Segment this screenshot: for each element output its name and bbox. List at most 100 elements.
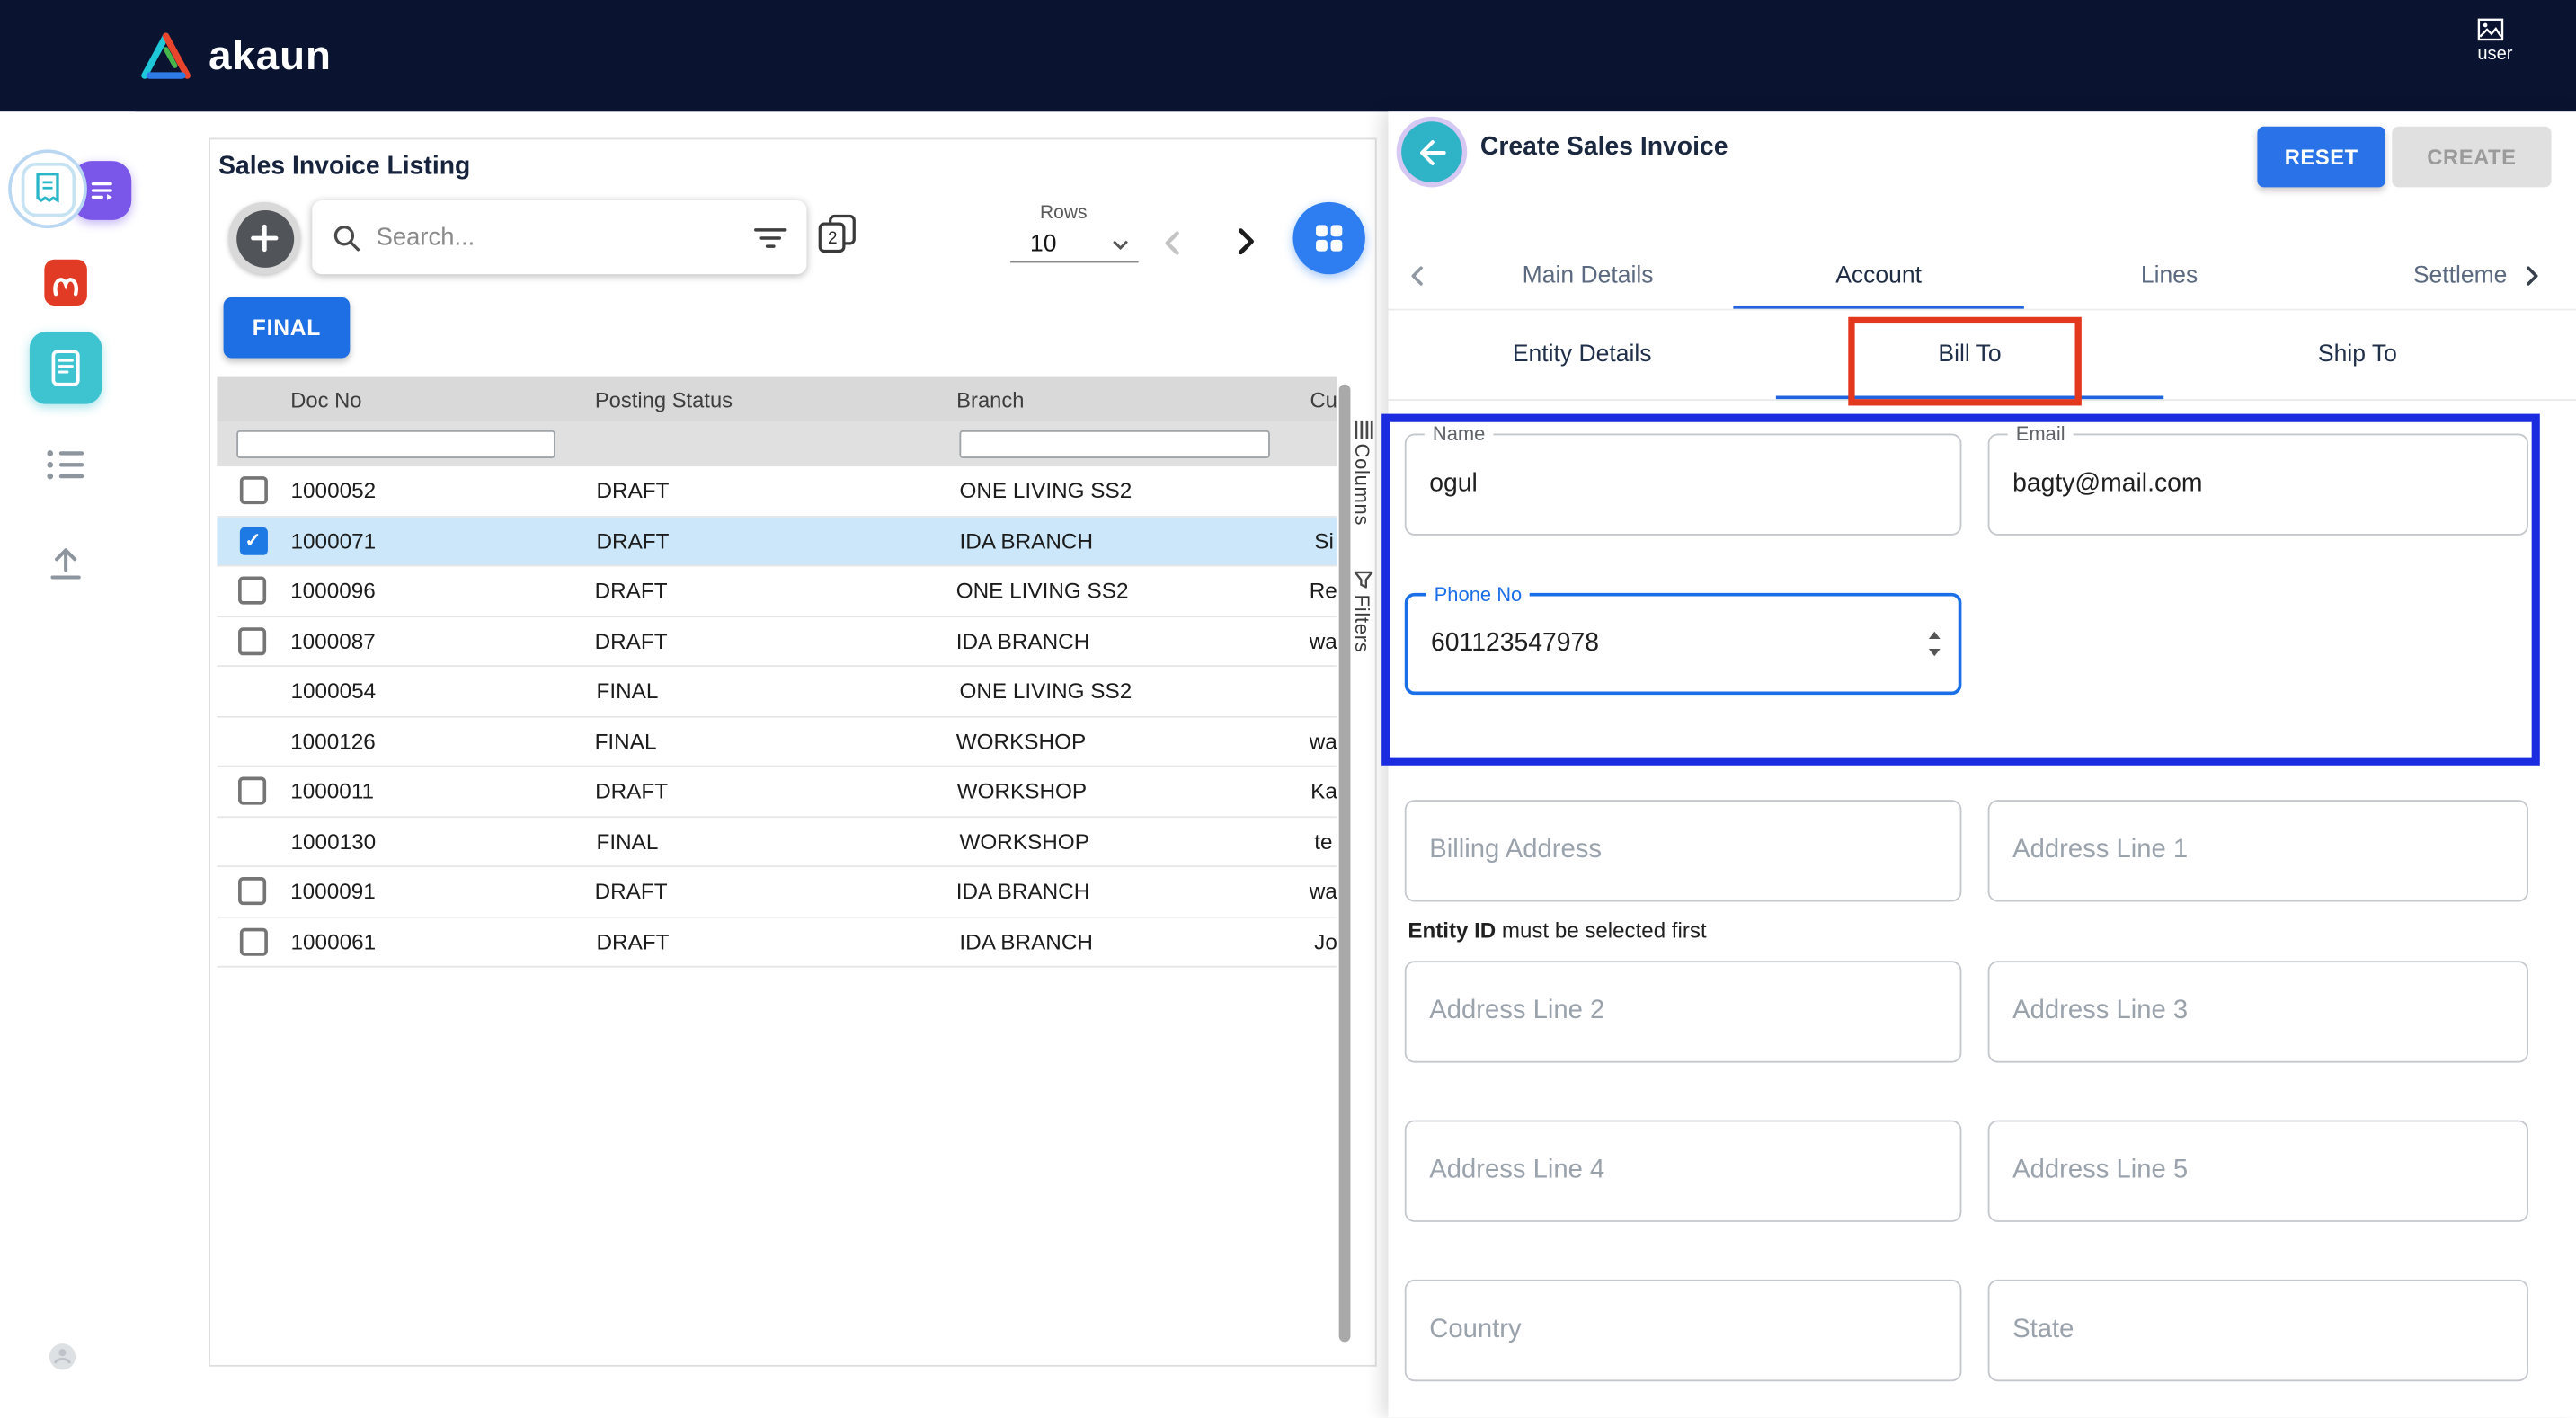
sales-invoice-listing-panel: Sales Invoice Listing 2: [209, 138, 1377, 1367]
cell-customer: wa: [1310, 879, 1337, 903]
sidebar-item-billing[interactable]: [30, 332, 102, 403]
row-checkbox[interactable]: [239, 577, 267, 605]
address-line-4-input[interactable]: [1407, 1121, 1960, 1220]
cell-posting-status: FINAL: [595, 729, 956, 753]
active-subtab-underline: [1776, 396, 2163, 400]
row-checkbox[interactable]: [239, 878, 267, 906]
document-icon: [48, 348, 84, 387]
billing-address-input[interactable]: [1407, 802, 1960, 900]
table-row[interactable]: 1000087 DRAFT IDA BRANCH wa: [217, 616, 1337, 667]
add-invoice-button[interactable]: [228, 202, 300, 274]
rows-per-page-select[interactable]: Rows 10: [1010, 204, 1139, 273]
header-posting-status[interactable]: Posting Status: [595, 386, 956, 411]
table-row[interactable]: 1000130 FINAL WORKSHOP te: [217, 817, 1337, 867]
table-row[interactable]: 1000052 DRAFT ONE LIVING SS2: [217, 466, 1337, 517]
tab-account[interactable]: Account: [1733, 244, 2024, 309]
tabs-scroll-right[interactable]: [2512, 262, 2545, 297]
state-input[interactable]: [1989, 1281, 2527, 1380]
subtab-ship-to[interactable]: Ship To: [2163, 310, 2551, 399]
table-row[interactable]: 1000054 FINAL ONE LIVING SS2: [217, 667, 1337, 717]
address-line-5-input[interactable]: [1989, 1121, 2527, 1220]
sidebar-item-upload[interactable]: [46, 545, 85, 589]
phone-no-input[interactable]: [1408, 596, 1958, 691]
email-input[interactable]: [1989, 435, 2527, 534]
back-button[interactable]: [1401, 121, 1462, 182]
cell-branch: ONE LIVING SS2: [959, 678, 1314, 703]
cell-branch: ONE LIVING SS2: [959, 478, 1314, 502]
address-line-2-input[interactable]: [1407, 962, 1960, 1061]
filter-list-icon[interactable]: [754, 226, 787, 249]
tab-lines[interactable]: Lines: [2024, 244, 2315, 309]
subtab-entity-details[interactable]: Entity Details: [1388, 310, 1775, 399]
pdf-icon: [41, 256, 91, 308]
name-input[interactable]: [1407, 435, 1960, 534]
address-line-1-field: [1988, 800, 2528, 901]
email-label: Email: [2008, 422, 2074, 446]
tabs-scroll-left[interactable]: [1405, 262, 1431, 297]
table-row[interactable]: 1000071 DRAFT IDA BRANCH Si: [217, 517, 1337, 567]
multi-page-icon[interactable]: 2: [815, 212, 859, 261]
funnel-icon[interactable]: [1354, 570, 1373, 589]
sidebar-item-pdf[interactable]: [41, 256, 91, 317]
sidebar-footer-icon[interactable]: [46, 1340, 79, 1381]
address-line-1-input[interactable]: [1989, 802, 2527, 900]
pagination-prev-button[interactable]: [1157, 226, 1190, 264]
header-customer[interactable]: Cu: [1310, 386, 1337, 411]
email-field: Email: [1988, 434, 2528, 536]
cell-branch: WORKSHOP: [957, 779, 1310, 803]
subtab-bill-to[interactable]: Bill To: [1776, 310, 2163, 399]
state-field: [1988, 1280, 2528, 1381]
broken-image-icon: [2477, 18, 2503, 41]
cell-doc-no: 1000091: [289, 879, 594, 903]
cell-doc-no: 1000130: [289, 829, 597, 854]
sidebar-item-list[interactable]: [46, 448, 85, 490]
grid-view-button[interactable]: [1292, 202, 1364, 274]
row-checkbox[interactable]: [239, 627, 267, 655]
columns-strip-label[interactable]: Columns: [1350, 444, 1373, 527]
columns-icon[interactable]: [1354, 419, 1373, 440]
header-doc-no[interactable]: Doc No: [289, 386, 594, 411]
brand-logo[interactable]: akaun: [138, 0, 332, 111]
search-input[interactable]: [377, 224, 740, 252]
address-line-5-field: [1988, 1121, 2528, 1222]
table-row[interactable]: 1000096 DRAFT ONE LIVING SS2 Re: [217, 567, 1337, 617]
brand-name: akaun: [209, 32, 332, 80]
cell-posting-status: DRAFT: [596, 478, 959, 502]
table-row[interactable]: 1000011 DRAFT WORKSHOP Ka: [217, 767, 1337, 818]
invoice-table: Doc No Posting Status Branch Cu 1000052 …: [217, 377, 1337, 1297]
cell-posting-status: DRAFT: [595, 629, 956, 653]
row-checkbox[interactable]: [239, 527, 267, 554]
table-row[interactable]: 1000126 FINAL WORKSHOP wa: [217, 717, 1337, 767]
country-input[interactable]: [1407, 1281, 1960, 1380]
cell-customer: Ka: [1310, 779, 1337, 803]
cell-branch: WORKSHOP: [959, 829, 1314, 854]
final-filter-button[interactable]: FINAL: [224, 297, 351, 359]
table-row[interactable]: 1000061 DRAFT IDA BRANCH Jo: [217, 917, 1337, 968]
chevron-left-icon: [1157, 226, 1190, 260]
create-button[interactable]: CREATE: [2392, 127, 2551, 188]
table-scrollbar[interactable]: [1339, 385, 1351, 1343]
filter-branch-input[interactable]: [959, 430, 1269, 458]
cell-doc-no: 1000071: [289, 528, 597, 553]
cell-posting-status: DRAFT: [595, 779, 957, 803]
number-spinner[interactable]: [1927, 630, 1941, 658]
address-line-3-input[interactable]: [1989, 962, 2527, 1061]
reset-button[interactable]: RESET: [2257, 127, 2385, 188]
header-branch[interactable]: Branch: [956, 386, 1310, 411]
table-row[interactable]: 1000091 DRAFT IDA BRANCH wa: [217, 867, 1337, 917]
row-checkbox[interactable]: [239, 777, 267, 805]
sidebar-item-sales-invoice[interactable]: [0, 145, 135, 236]
caret-down-icon: [1112, 240, 1128, 250]
row-checkbox[interactable]: [239, 927, 267, 955]
address-line-2-field: [1405, 961, 1962, 1062]
cell-doc-no: 1000096: [289, 579, 594, 603]
cell-customer: wa: [1310, 729, 1337, 753]
filters-strip-label[interactable]: Filters: [1350, 595, 1373, 653]
filter-doc-no-input[interactable]: [236, 430, 555, 458]
pagination-next-button[interactable]: [1227, 224, 1263, 265]
tab-main-details[interactable]: Main Details: [1443, 244, 1734, 309]
cell-branch: IDA BRANCH: [959, 929, 1314, 953]
user-avatar[interactable]: user: [2477, 18, 2553, 64]
row-checkbox[interactable]: [239, 477, 267, 505]
cell-posting-status: FINAL: [596, 829, 959, 854]
